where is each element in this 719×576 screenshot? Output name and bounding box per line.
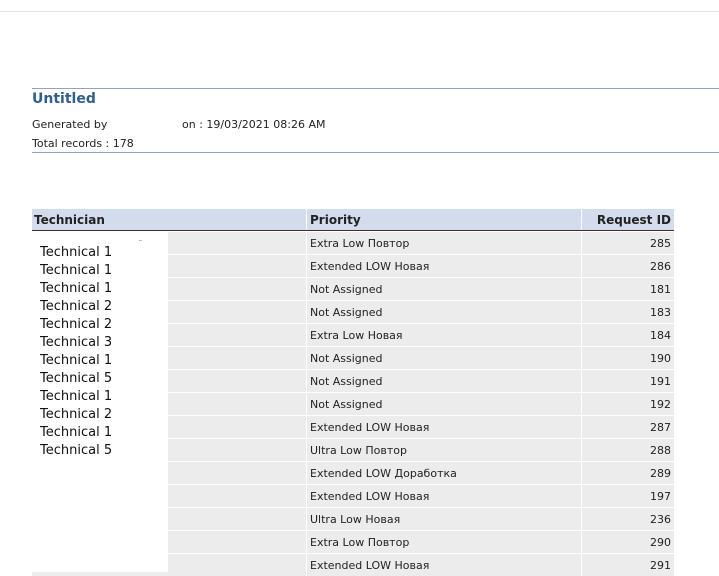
header-rule-bottom [32, 152, 719, 153]
request-id-cell: 286 [582, 255, 674, 277]
priority-cell: Extended LOW Новая [307, 416, 582, 438]
generated-by-label: Generated by [32, 118, 108, 131]
request-id-cell: 290 [582, 531, 674, 553]
request-id-cell: 288 [582, 439, 674, 461]
priority-cell: Not Assigned [307, 278, 582, 300]
column-header-technician: Technician [32, 209, 307, 230]
report-title: Untitled [32, 91, 96, 107]
column-header-request-id: Request ID [596, 212, 671, 227]
priority-cell: Extra Low Повтор [307, 531, 582, 553]
priority-cell: Not Assigned [307, 393, 582, 415]
request-id-cell: 184 [582, 324, 674, 346]
header-rule-top [32, 88, 719, 89]
request-id-cell: 192 [582, 393, 674, 415]
priority-cell: Extended LOW Новая [307, 255, 582, 277]
request-id-cell: 289 [582, 462, 674, 484]
technician-name: Technical 1 [40, 389, 113, 404]
request-id-cell: 285 [582, 232, 674, 254]
technician-name: Technical 1 [40, 245, 113, 260]
technician-name: Technical 1 [40, 281, 113, 296]
table-header: Technician Priority Request ID [32, 209, 674, 231]
request-id-cell: 287 [582, 416, 674, 438]
technician-name: Technical 3 [40, 335, 113, 350]
priority-cell: Extra Low Повтор [307, 232, 582, 254]
request-id-cell: 197 [582, 485, 674, 507]
technician-name: Technical 5 [40, 371, 113, 386]
technician-name: Technical 2 [40, 407, 113, 422]
priority-cell: Not Assigned [307, 301, 582, 323]
priority-cell: Ultra Low Повтор [307, 439, 582, 461]
request-id-cell: 236 [582, 508, 674, 530]
technician-name: Technical 2 [40, 299, 113, 314]
priority-cell: Extended LOW Новая [307, 485, 582, 507]
technician-name: Technical 1 [40, 425, 113, 440]
priority-cell: Not Assigned [307, 370, 582, 392]
technician-name: Technical 1 [40, 263, 113, 278]
overlay-mark [139, 240, 142, 241]
request-id-cell: 190 [582, 347, 674, 369]
top-divider [0, 11, 719, 12]
generated-on-text: on : 19/03/2021 08:26 AM [182, 118, 326, 131]
column-header-priority: Priority [307, 209, 582, 230]
request-id-cell: 181 [582, 278, 674, 300]
priority-cell: Not Assigned [307, 347, 582, 369]
priority-cell: Extended LOW Новая [307, 554, 582, 576]
technician-name: Technical 1 [40, 353, 113, 368]
request-id-cell: 191 [582, 370, 674, 392]
priority-cell: Extra Low Новая [307, 324, 582, 346]
technician-list: Technical 1 Technical 1 Technical 1 Technic… [40, 244, 112, 460]
request-id-cell: 183 [582, 301, 674, 323]
priority-cell: Ultra Low Новая [307, 508, 582, 530]
priority-cell: Extended LOW Доработка [307, 462, 582, 484]
request-id-cell: 291 [582, 554, 674, 576]
technician-name: Technical 2 [40, 317, 113, 332]
technician-name: Technical 5 [40, 443, 113, 458]
total-records-text: Total records : 178 [32, 137, 134, 150]
